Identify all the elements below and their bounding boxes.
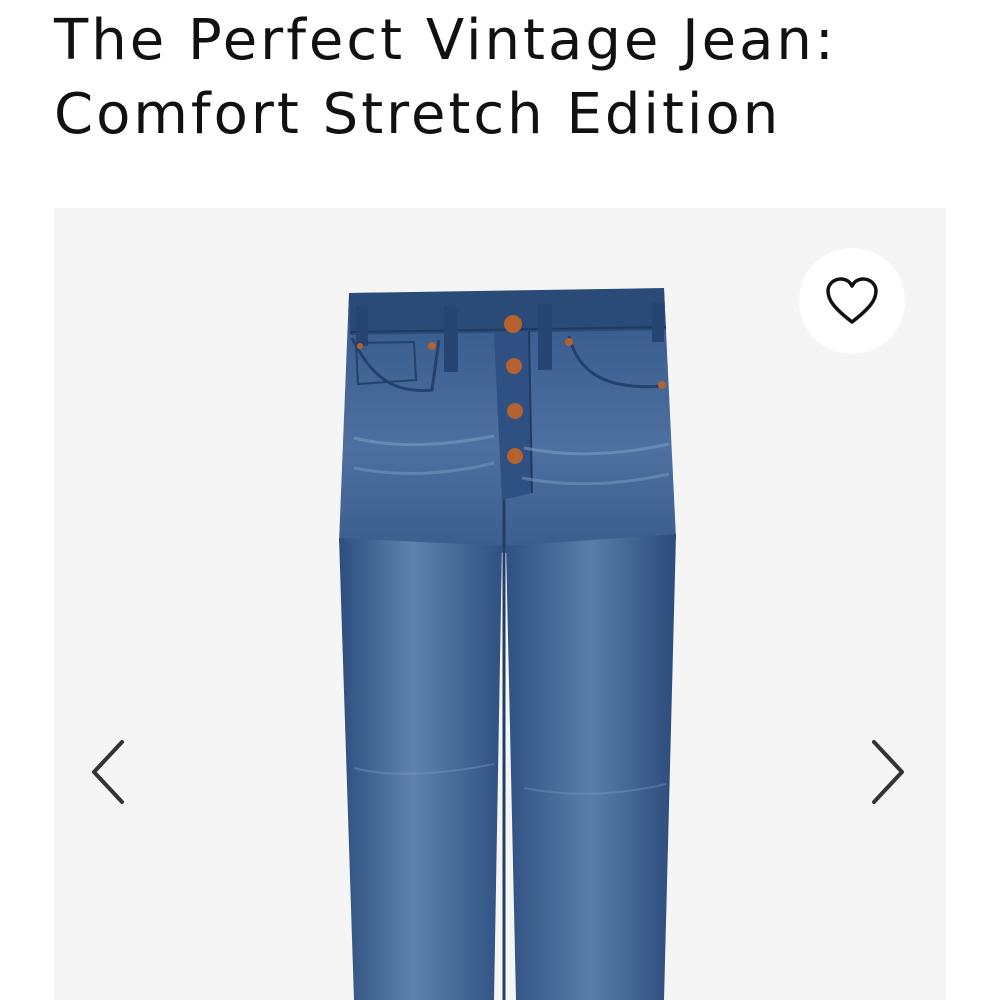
chevron-left-icon bbox=[92, 740, 124, 804]
product-title: The Perfect Vintage Jean: Comfort Stretc… bbox=[54, 4, 954, 152]
favorite-button[interactable] bbox=[799, 248, 905, 354]
next-image-button[interactable] bbox=[866, 736, 910, 808]
product-image-gallery bbox=[54, 208, 946, 1000]
product-title-line-2: Comfort Stretch Edition bbox=[54, 82, 782, 147]
product-title-line-1: The Perfect Vintage Jean: bbox=[54, 8, 837, 73]
jeans-shape bbox=[339, 288, 676, 1000]
previous-image-button[interactable] bbox=[86, 736, 130, 808]
chevron-right-icon bbox=[872, 740, 904, 804]
heart-outline-icon bbox=[826, 277, 878, 324]
